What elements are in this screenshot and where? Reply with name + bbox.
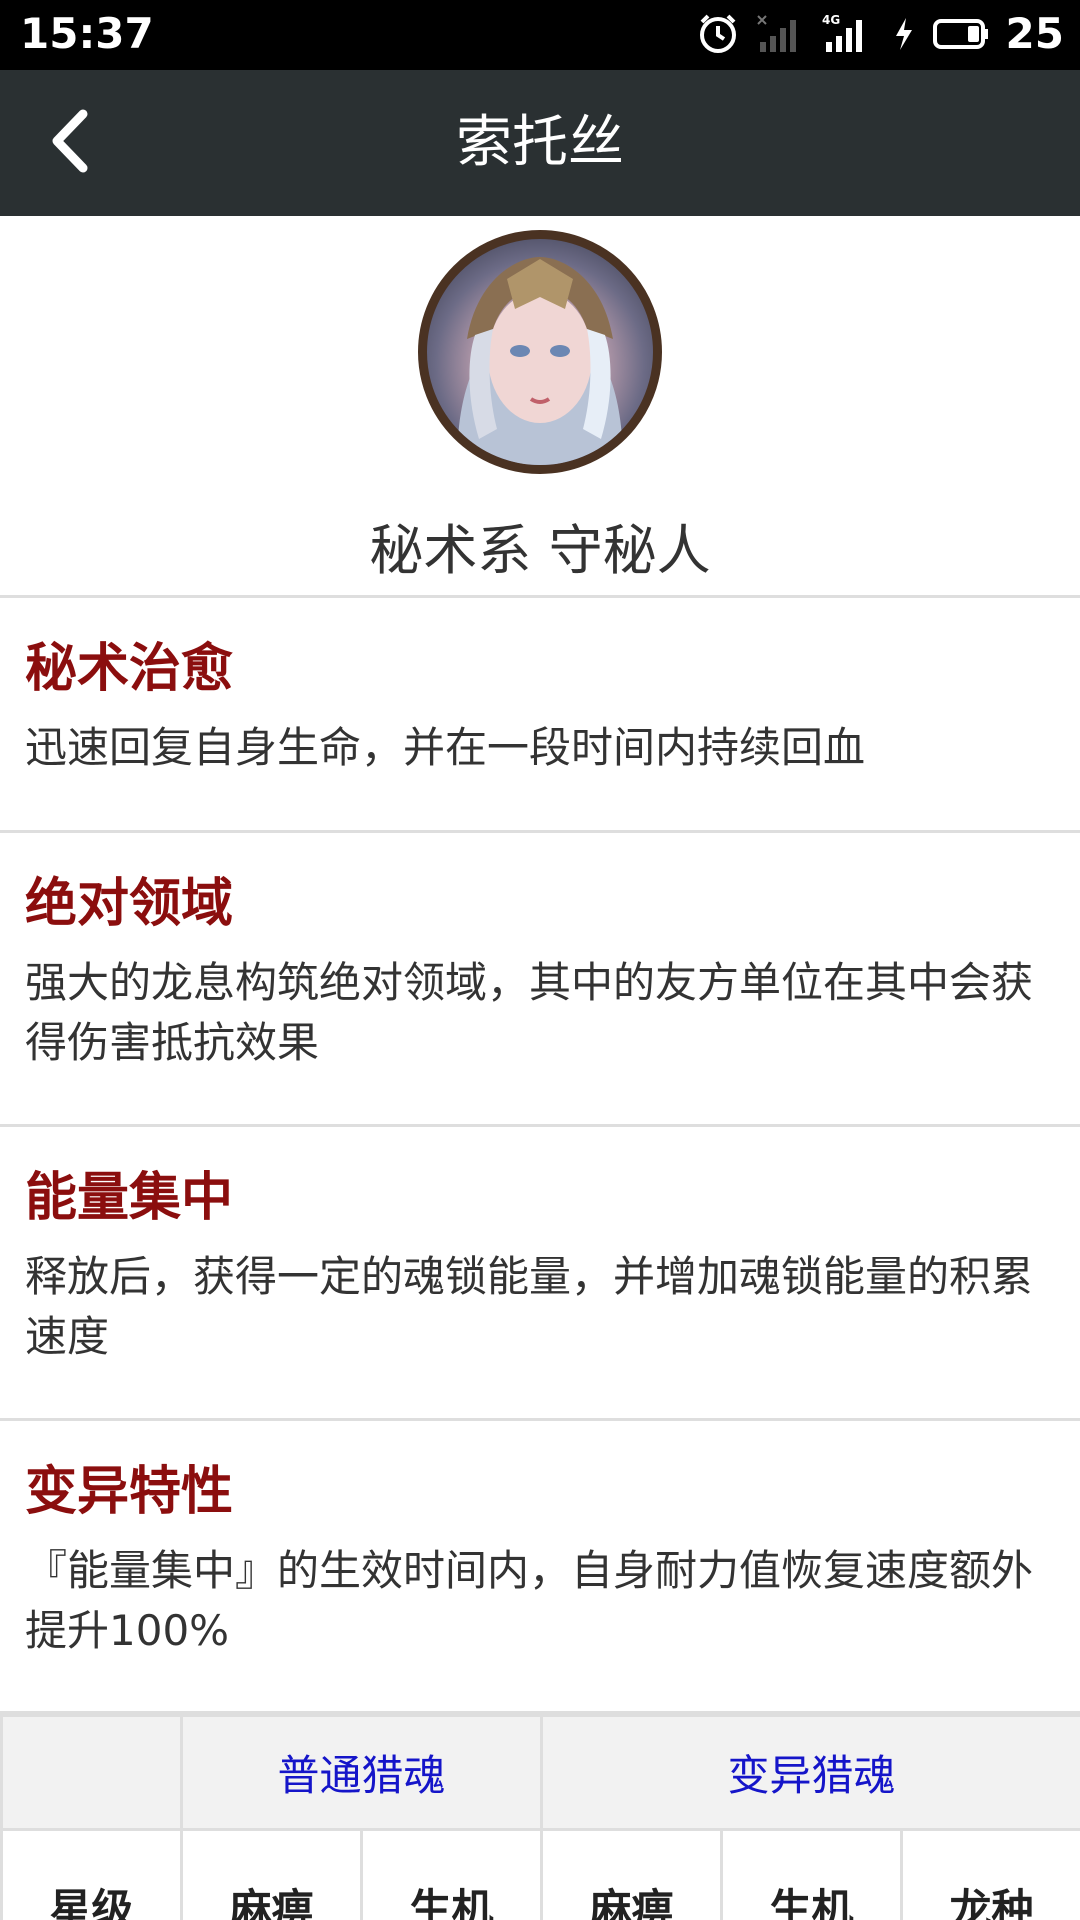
tab-normal-hunt[interactable]: 普通猎魂 [179,1714,544,1831]
skill-section: 变异特性 『能量集中』的生效时间内，自身耐力值恢复速度额外提升100% [0,1421,1080,1714]
skill-section: 秘术治愈 迅速回复自身生命，并在一段时间内持续回血 [0,598,1080,833]
mutant-hunt-link[interactable]: 变异猎魂 [728,1751,896,1800]
alarm-icon [696,12,740,56]
back-button[interactable] [30,103,110,183]
table-row: 星级 麻痹 生机 麻痹 生机 龙种 [0,1828,1080,1920]
hero-class: 秘术系 守秘人 [369,519,711,582]
column-header: 生机 [720,1828,904,1920]
page-title: 索托丝 [456,110,624,175]
table-header-empty [0,1714,183,1831]
column-header: 麻痹 [540,1828,724,1920]
column-header: 麻痹 [180,1828,363,1920]
signal-4g-icon: 4G [822,12,876,56]
battery-icon [932,12,990,56]
avatar [418,230,662,474]
battery-level: 25 [1005,9,1064,58]
hero-header: 秘术系 守秘人 [0,216,1080,598]
skill-section: 绝对领域 强大的龙息构筑绝对领域，其中的友方单位在其中会获得伤害抵抗效果 [0,833,1080,1127]
skill-section: 能量集中 释放后，获得一定的魂锁能量，并增加魂锁能量的积累速度 [0,1127,1080,1421]
chevron-left-icon [45,106,95,180]
no-signal-icon [756,12,806,56]
status-icons: 4G 25 [696,8,1064,60]
column-header: 龙种 [900,1828,1080,1920]
skill-description: 强大的龙息构筑绝对领域，其中的友方单位在其中会获得伤害抵抗效果 [25,958,1034,1067]
tab-mutant-hunt[interactable]: 变异猎魂 [540,1714,1080,1831]
skill-description: 释放后，获得一定的魂锁能量，并增加魂锁能量的积累速度 [25,1252,1034,1361]
charging-icon [892,12,916,56]
column-header: 星级 [0,1828,183,1920]
status-bar: 15:37 4G 25 [0,0,1080,70]
skill-description: 迅速回复自身生命，并在一段时间内持续回血 [25,723,866,772]
column-header: 生机 [359,1828,544,1920]
svg-text:4G: 4G [822,13,840,27]
skill-title: 能量集中 [25,1168,234,1228]
skill-title: 绝对领域 [25,874,234,934]
status-time: 15:37 [20,9,154,58]
nav-bar: 索托丝 [0,70,1080,216]
hunt-soul-table: 普通猎魂 变异猎魂 星级 麻痹 生机 麻痹 生机 龙种 [0,1714,1080,1920]
skill-title: 秘术治愈 [25,639,234,699]
normal-hunt-link[interactable]: 普通猎魂 [278,1751,446,1800]
skill-description: 『能量集中』的生效时间内，自身耐力值恢复速度额外提升100% [25,1546,1034,1655]
skill-title: 变异特性 [25,1462,234,1522]
table-header-row: 普通猎魂 变异猎魂 [0,1714,1080,1831]
